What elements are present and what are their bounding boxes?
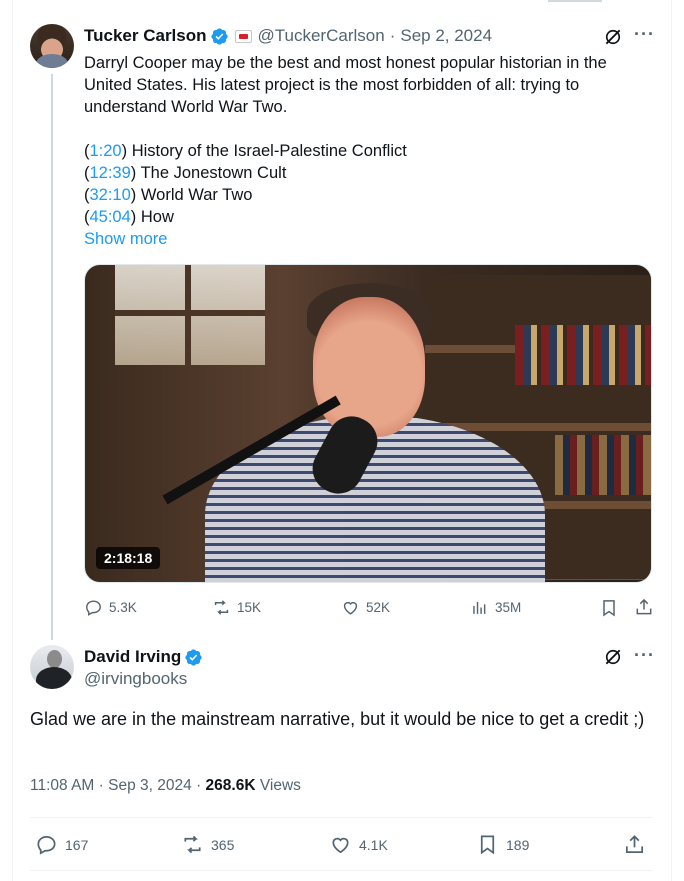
views-count: 35M (495, 600, 522, 615)
reply-views-label: Views (259, 777, 301, 794)
author-handle[interactable]: @TuckerCarlson (258, 26, 385, 46)
divider (30, 870, 652, 871)
chapter-line: (45:04) How (84, 208, 174, 226)
tweet-date[interactable]: Sep 2, 2024 (400, 26, 492, 46)
bookmark-count: 189 (506, 836, 530, 853)
share-icon[interactable] (623, 833, 646, 856)
chapter-line: (12:39) The Jonestown Cult (84, 164, 287, 182)
timestamp-link[interactable]: 32:10 (90, 186, 131, 204)
tweet-text-line: United States. His latest project is the… (84, 76, 580, 94)
avatar-tucker-carlson[interactable] (30, 24, 74, 68)
tweet-text-line: Darryl Cooper may be the best and most h… (84, 54, 607, 72)
tweet-text-line: understand World War Two. (84, 98, 288, 116)
reply-button[interactable]: 167 (35, 833, 88, 856)
tweet-body: Darryl Cooper may be the best and most h… (84, 52, 654, 250)
like-icon (332, 837, 349, 854)
retweet-icon (214, 600, 229, 615)
bookmark-icon[interactable] (599, 598, 619, 618)
more-icon[interactable]: ··· (634, 645, 655, 666)
retweet-button[interactable]: 15K (212, 598, 261, 617)
timestamp-link[interactable]: 45:04 (90, 208, 131, 226)
reply-count: 5.3K (109, 600, 137, 615)
reply-button[interactable]: 5.3K (84, 598, 137, 617)
reply-views-count: 268.6K (205, 777, 256, 794)
video-player[interactable] (84, 264, 652, 583)
reply-time[interactable]: 11:08 AM (30, 777, 94, 794)
reply-meta: 11:08 AM · Sep 3, 2024 · 268.6K Views (30, 777, 301, 794)
author-name[interactable]: David Irving (84, 647, 181, 667)
reply-icon (86, 600, 101, 616)
reply-header: David Irving (84, 647, 203, 667)
grok-icon[interactable] (603, 27, 623, 47)
like-count: 52K (366, 600, 391, 615)
like-count: 4.1K (359, 836, 388, 853)
author-name[interactable]: Tucker Carlson (84, 26, 207, 46)
share-icon[interactable] (634, 597, 654, 617)
timestamp-link[interactable]: 12:39 (90, 164, 131, 182)
like-button[interactable]: 52K (341, 598, 390, 617)
divider (30, 817, 652, 818)
reply-body: Glad we are in the mainstream narrative,… (30, 709, 645, 729)
reply-handle-row: @irvingbooks (84, 669, 187, 689)
reply-icon (37, 835, 56, 855)
retweet-button[interactable]: 365 (181, 833, 234, 856)
retweet-count: 365 (211, 836, 235, 853)
chapter-line: (1:20) History of the Israel-Palestine C… (84, 142, 407, 160)
author-handle[interactable]: @irvingbooks (84, 669, 187, 689)
verified-badge-icon (210, 27, 228, 45)
like-button[interactable]: 4.1K (329, 833, 388, 856)
video-duration-badge: 2:18:18 (96, 547, 161, 569)
show-more-link[interactable]: Show more (84, 228, 654, 250)
retweet-count: 15K (237, 600, 262, 615)
views-button[interactable]: 35M (470, 598, 521, 617)
bookmark-icon (480, 835, 495, 855)
avatar-david-irving[interactable] (30, 645, 74, 689)
reply-count: 167 (65, 836, 89, 853)
scroll-indicator (548, 0, 602, 2)
tweet-header: Tucker Carlson @TuckerCarlson · Sep 2, 2… (84, 26, 492, 46)
separator-dot: · (389, 26, 396, 45)
timestamp-link[interactable]: 1:20 (90, 142, 122, 160)
chapter-line: (32:10) World War Two (84, 186, 253, 204)
affiliation-badge-icon[interactable] (234, 29, 252, 43)
bookmark-button[interactable]: 189 (476, 833, 529, 856)
views-icon (473, 601, 486, 614)
verified-badge-icon (185, 648, 202, 666)
like-icon (343, 601, 358, 615)
retweet-icon (184, 835, 201, 854)
more-icon[interactable]: ··· (634, 24, 655, 45)
thread-connector-line (51, 74, 53, 640)
grok-icon[interactable] (603, 647, 623, 667)
reply-date[interactable]: Sep 3, 2024 (108, 777, 192, 794)
